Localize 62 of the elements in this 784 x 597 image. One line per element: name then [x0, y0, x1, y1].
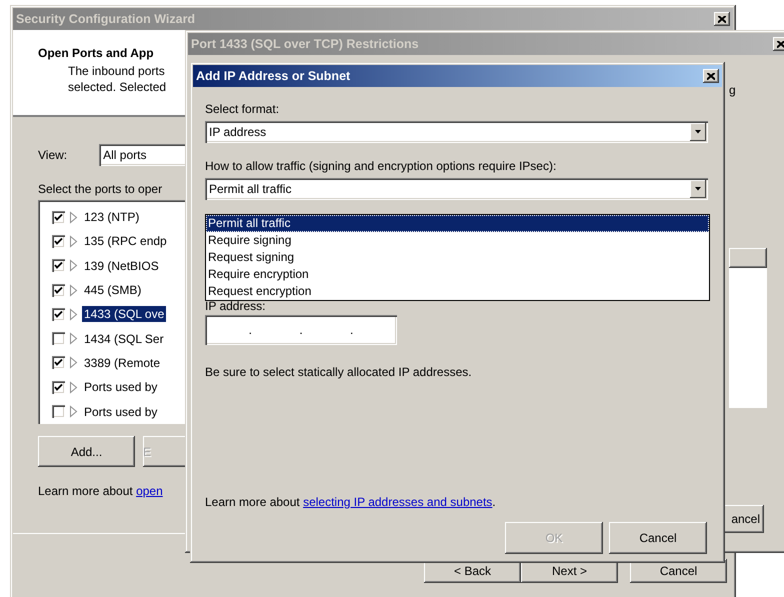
expand-arrow-icon — [69, 210, 78, 224]
close-icon — [707, 72, 715, 80]
checkbox[interactable] — [52, 259, 65, 272]
checkbox[interactable] — [52, 234, 65, 248]
expand-arrow-icon — [69, 308, 78, 321]
note-text: Be sure to select statically allocated IP addresses. — [205, 365, 472, 379]
description-text: selected. Selected — [68, 79, 166, 95]
expand-arrow-icon — [69, 234, 78, 248]
window-title: Port 1433 (SQL over TCP) Restrictions — [191, 37, 419, 51]
close-button[interactable] — [703, 69, 719, 83]
expand-arrow-icon — [69, 405, 78, 418]
ports-label: Select the ports to oper — [38, 182, 162, 196]
description-text: The inbound ports — [68, 63, 165, 79]
expand-arrow-icon — [69, 380, 78, 394]
port-item[interactable]: 139 (NetBIOS — [82, 258, 161, 274]
ip-address-label: IP address: — [205, 299, 266, 313]
format-label: Select format: — [205, 102, 280, 116]
learn-more-text: Learn more about open — [38, 484, 163, 498]
dropdown-option[interactable]: Require encryption — [206, 266, 709, 283]
close-icon — [777, 40, 784, 48]
close-button[interactable] — [714, 12, 730, 26]
cancel-button[interactable]: Cancel — [609, 522, 707, 554]
checkbox[interactable] — [52, 356, 65, 370]
add-button[interactable]: Add... — [38, 436, 135, 467]
checkbox[interactable] — [52, 332, 65, 346]
dropdown-option[interactable]: Require signing — [206, 232, 709, 249]
window-title: Security Configuration Wizard — [16, 12, 196, 26]
port-item[interactable]: 3389 (Remote — [82, 354, 162, 371]
dropdown-arrow-icon — [690, 123, 706, 141]
description-text: g — [729, 83, 736, 97]
ip-address-field[interactable]: . . . — [205, 315, 397, 345]
port-item[interactable]: 1434 (SQL Ser — [82, 330, 166, 347]
expand-arrow-icon — [69, 356, 78, 370]
column-header[interactable] — [729, 248, 767, 268]
window-title: Add IP Address or Subnet — [196, 69, 350, 83]
port-item[interactable]: 1433 (SQL ove — [82, 306, 166, 322]
checkbox[interactable] — [52, 284, 65, 297]
checkbox[interactable] — [52, 380, 65, 394]
port-item[interactable]: 445 (SMB) — [82, 282, 144, 298]
port-item[interactable]: 135 (RPC endp — [82, 233, 169, 250]
close-icon — [718, 16, 726, 22]
cancel-button[interactable]: ancel — [724, 505, 764, 533]
checkbox[interactable] — [52, 210, 65, 224]
format-dropdown[interactable]: IP address — [205, 121, 708, 143]
port-item[interactable]: Ports used by — [82, 404, 160, 420]
port-item[interactable]: 123 (NTP) — [82, 209, 142, 226]
checkbox[interactable] — [52, 405, 65, 418]
help-link[interactable]: selecting IP addresses and subnets — [303, 495, 492, 509]
dropdown-option[interactable]: Permit all traffic — [206, 215, 709, 232]
help-link[interactable]: open — [136, 484, 163, 498]
expand-arrow-icon — [69, 284, 78, 297]
dropdown-option[interactable]: Request signing — [206, 249, 709, 266]
learn-more-text: Learn more about selecting IP addresses and subnets. — [205, 495, 496, 509]
page-heading: Open Ports and App — [38, 46, 154, 60]
port-item[interactable]: Ports used by — [82, 379, 160, 396]
expand-arrow-icon — [69, 259, 78, 272]
dropdown-arrow-icon — [690, 180, 706, 198]
checkbox[interactable] — [52, 308, 65, 321]
dropdown-option[interactable]: Request encryption — [206, 283, 709, 300]
view-label: View: — [38, 148, 68, 162]
expand-arrow-icon — [69, 332, 78, 346]
traffic-dropdown[interactable]: Permit all traffic — [205, 178, 708, 200]
